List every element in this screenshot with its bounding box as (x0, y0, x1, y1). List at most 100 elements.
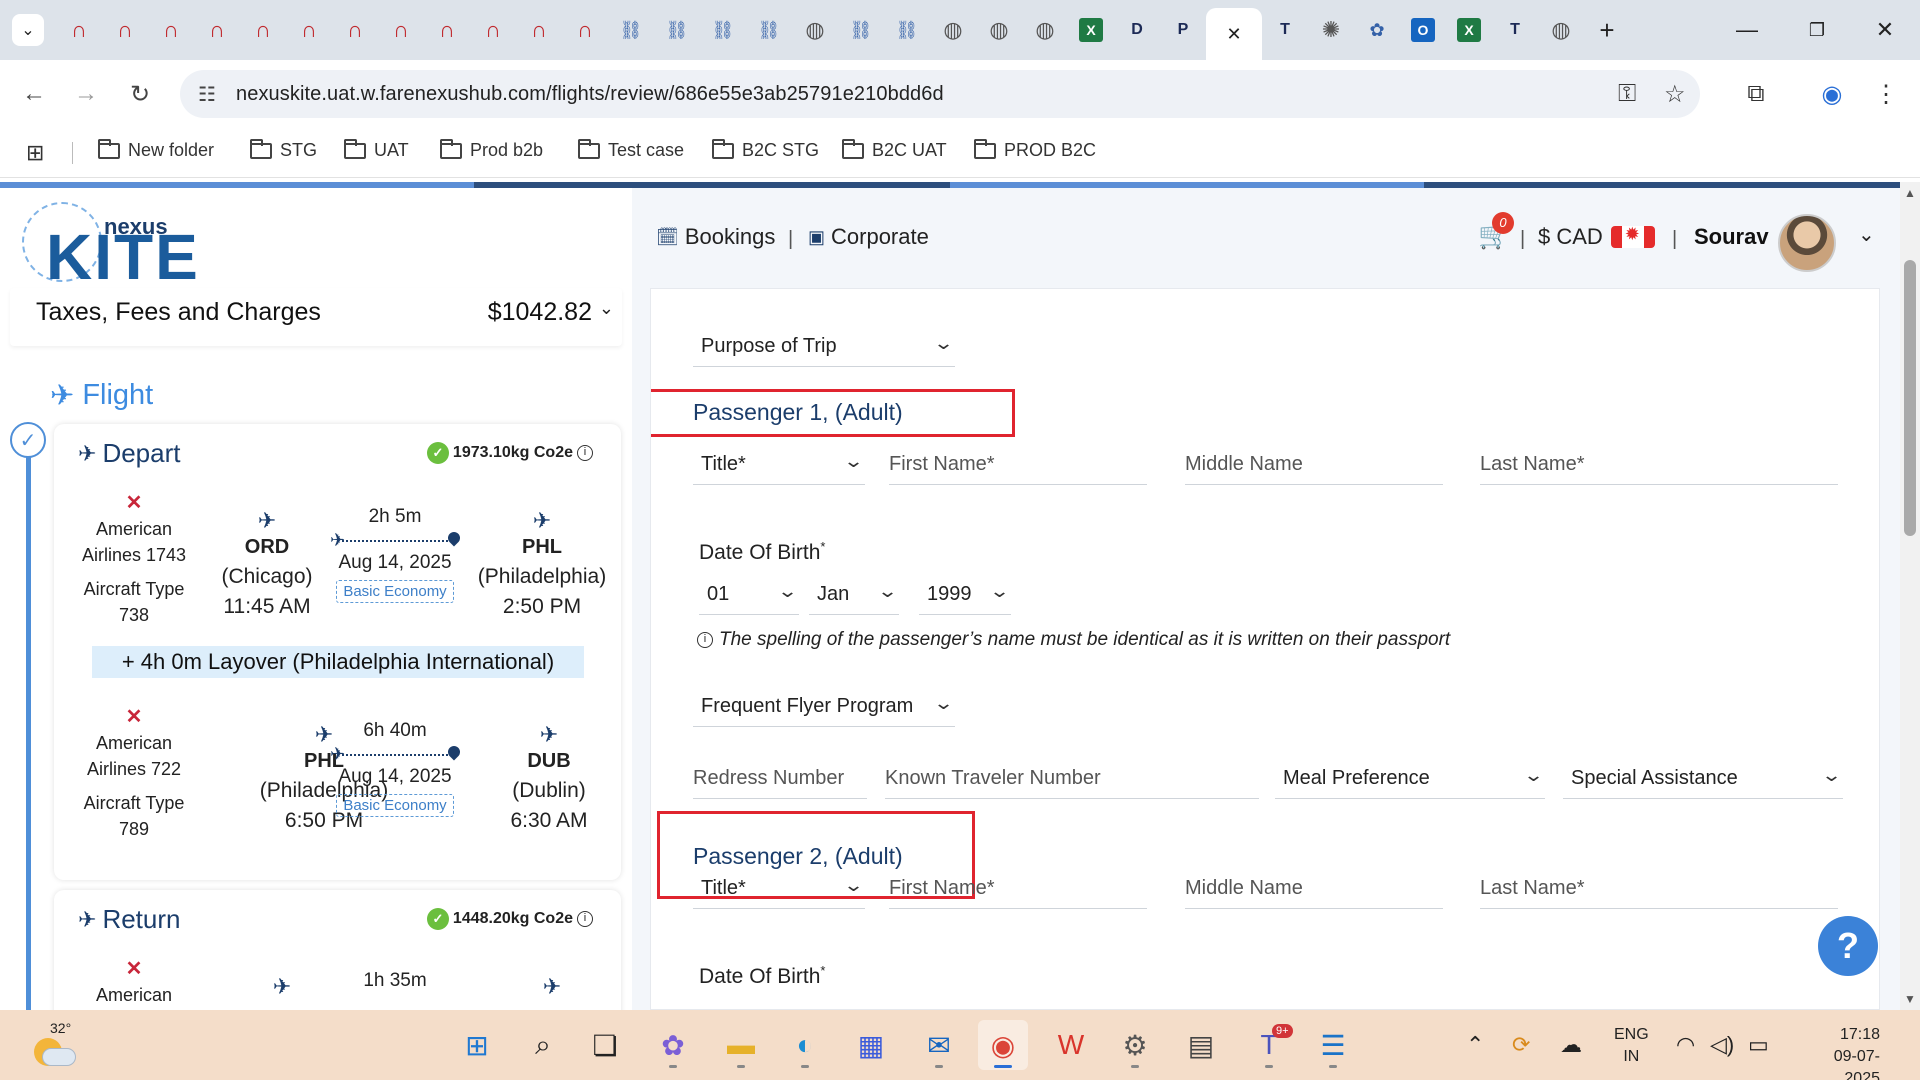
browser-tab[interactable]: ⛓ (654, 0, 700, 60)
taxes-fees-row[interactable]: Taxes, Fees and Charges $1042.82 ⌄ (10, 288, 622, 346)
onedrive-icon[interactable]: ☁ (1560, 1032, 1582, 1058)
url-text[interactable]: nexuskite.uat.w.farenexushub.com/flights… (236, 83, 944, 106)
known-traveler-number-input[interactable]: Known Traveler Number (885, 759, 1259, 799)
browser-tab[interactable]: X (1068, 0, 1114, 60)
browser-tab[interactable]: ⛓ (700, 0, 746, 60)
minimize-button[interactable]: — (1712, 0, 1782, 60)
passenger-1-dob-day-select[interactable]: 01 ⌄ (699, 575, 799, 615)
meal-preference-select[interactable]: Meal Preference ⌄ (1275, 759, 1545, 799)
bookmark-folder[interactable]: PROD B2C (974, 138, 1096, 161)
browser-tab[interactable]: ◍ (1022, 0, 1068, 60)
weather-widget[interactable]: 32° (28, 1020, 88, 1070)
browser-tab[interactable]: ∩ (562, 0, 608, 60)
browser-tab[interactable]: ∩ (332, 0, 378, 60)
reload-button[interactable]: ↻ (120, 74, 160, 114)
outlook-icon[interactable]: ✉ (914, 1020, 964, 1070)
browser-tab[interactable]: ◍ (976, 0, 1022, 60)
browser-tab[interactable]: ⛓ (746, 0, 792, 60)
battery-icon[interactable]: ▭ (1748, 1032, 1769, 1058)
browser-tab[interactable]: ∩ (148, 0, 194, 60)
frequent-flyer-select[interactable]: Frequent Flyer Program ⌄ (693, 687, 955, 727)
sync-icon[interactable]: ⟳ (1512, 1032, 1530, 1058)
extensions-icon[interactable]: ⧉ (1736, 74, 1776, 114)
bookmark-folder[interactable]: STG (250, 138, 317, 161)
passenger-1-last-name-input[interactable]: Last Name* (1480, 445, 1838, 485)
passenger-1-first-name-input[interactable]: First Name* (889, 445, 1147, 485)
browser-tab[interactable]: ∩ (516, 0, 562, 60)
omnibox[interactable]: ☷ nexuskite.uat.w.farenexushub.com/fligh… (180, 70, 1700, 118)
nav-corporate[interactable]: ▣ Corporate (808, 224, 929, 250)
browser-tab[interactable]: ◍ (1538, 0, 1584, 60)
teams-icon[interactable]: T 9+ (1244, 1020, 1294, 1070)
browser-tab[interactable]: ⛓ (884, 0, 930, 60)
edge-icon[interactable]: ◐ (780, 1020, 830, 1070)
help-button[interactable]: ? (1818, 916, 1878, 976)
system-clock[interactable]: 17:18 09-07-2025 (1800, 1024, 1880, 1080)
bookmark-folder[interactable]: B2C UAT (842, 138, 947, 161)
settings-gear-icon[interactable]: ⚙ (1110, 1020, 1160, 1070)
scroll-up-icon[interactable]: ▲ (1904, 186, 1916, 200)
profile-icon[interactable]: ◉ (1812, 74, 1852, 114)
wps-office-icon[interactable]: W (1046, 1020, 1096, 1070)
passenger-1-title-select[interactable]: Title* ⌄ (693, 445, 865, 485)
bookmark-folder[interactable]: B2C STG (712, 138, 819, 161)
browser-tab[interactable]: ∩ (286, 0, 332, 60)
browser-tab[interactable]: O (1400, 0, 1446, 60)
file-explorer-icon[interactable]: ▬ (716, 1020, 766, 1070)
browser-tab[interactable]: D (1114, 0, 1160, 60)
scroll-down-icon[interactable]: ▼ (1904, 992, 1916, 1006)
calculator-icon[interactable]: ▤ (1176, 1020, 1226, 1070)
browser-tab[interactable]: ∩ (102, 0, 148, 60)
browser-tab[interactable]: ∩ (424, 0, 470, 60)
forward-button[interactable]: → (66, 74, 106, 114)
passenger-1-dob-month-select[interactable]: Jan ⌄ (809, 575, 899, 615)
browser-tab[interactable]: ∩ (240, 0, 286, 60)
apps-grid-icon[interactable]: ⊞ (26, 140, 44, 166)
site-info-icon[interactable]: ☷ (198, 82, 216, 107)
back-button[interactable]: ← (14, 74, 54, 114)
scroll-thumb[interactable] (1904, 260, 1916, 536)
windows-start-icon[interactable]: ⊞ (452, 1020, 502, 1070)
avatar[interactable] (1778, 214, 1836, 272)
passenger-1-middle-name-input[interactable]: Middle Name (1185, 445, 1443, 485)
browser-tab[interactable]: ∩ (194, 0, 240, 60)
chrome-icon[interactable]: ◉ (978, 1020, 1028, 1070)
window-close-button[interactable]: ✕ (1850, 0, 1920, 60)
browser-tab[interactable]: T (1492, 0, 1538, 60)
purpose-of-trip-select[interactable]: Purpose of Trip ⌄ (693, 327, 955, 367)
nexus-kite-logo[interactable]: nexus KITE (20, 198, 200, 293)
redress-number-input[interactable]: Redress Number (693, 759, 867, 799)
active-tab[interactable]: ✕ (1206, 8, 1262, 60)
bookmark-star-icon[interactable]: ☆ (1664, 80, 1686, 109)
search-icon[interactable]: ⌕ (518, 1020, 568, 1070)
language-indicator[interactable]: ENG IN (1614, 1024, 1649, 1068)
passenger-2-middle-name-input[interactable]: Middle Name (1185, 869, 1443, 909)
password-key-icon[interactable]: ⚿ (1618, 80, 1636, 108)
browser-menu-icon[interactable]: ⋮ (1866, 74, 1906, 114)
store-icon[interactable]: ▦ (846, 1020, 896, 1070)
browser-tab[interactable]: ✿ (1354, 0, 1400, 60)
task-view-icon[interactable]: ❏ (580, 1020, 630, 1070)
browser-tab[interactable]: ∩ (378, 0, 424, 60)
browser-tab[interactable]: ∩ (56, 0, 102, 60)
page-scrollbar[interactable]: ▲ ▼ (1900, 182, 1920, 1010)
notepad-icon[interactable]: ☰ (1308, 1020, 1358, 1070)
tab-search-button[interactable]: ⌄ (0, 0, 56, 60)
browser-tab[interactable]: X (1446, 0, 1492, 60)
info-icon[interactable]: i (577, 445, 593, 461)
browser-tab[interactable]: ∩ (470, 0, 516, 60)
special-assistance-select[interactable]: Special Assistance ⌄ (1563, 759, 1843, 799)
copilot-icon[interactable]: ✿ (648, 1020, 698, 1070)
new-tab-button[interactable]: + (1584, 0, 1630, 60)
volume-icon[interactable]: ◁) (1710, 1032, 1734, 1058)
nav-bookings[interactable]: 🗓 Bookings (656, 224, 775, 250)
browser-tab[interactable]: ⛓ (608, 0, 654, 60)
chevron-down-icon[interactable]: ⌄ (599, 298, 614, 319)
passenger-1-dob-year-select[interactable]: 1999 ⌄ (919, 575, 1011, 615)
browser-tab[interactable]: ✺ (1308, 0, 1354, 60)
browser-tab[interactable]: ⛓ (838, 0, 884, 60)
wifi-icon[interactable]: ◠ (1676, 1032, 1695, 1058)
bookmark-folder[interactable]: UAT (344, 138, 409, 161)
chevron-down-icon[interactable]: ⌄ (1858, 222, 1875, 247)
passenger-2-title-select[interactable]: Title* ⌄ (693, 869, 865, 909)
